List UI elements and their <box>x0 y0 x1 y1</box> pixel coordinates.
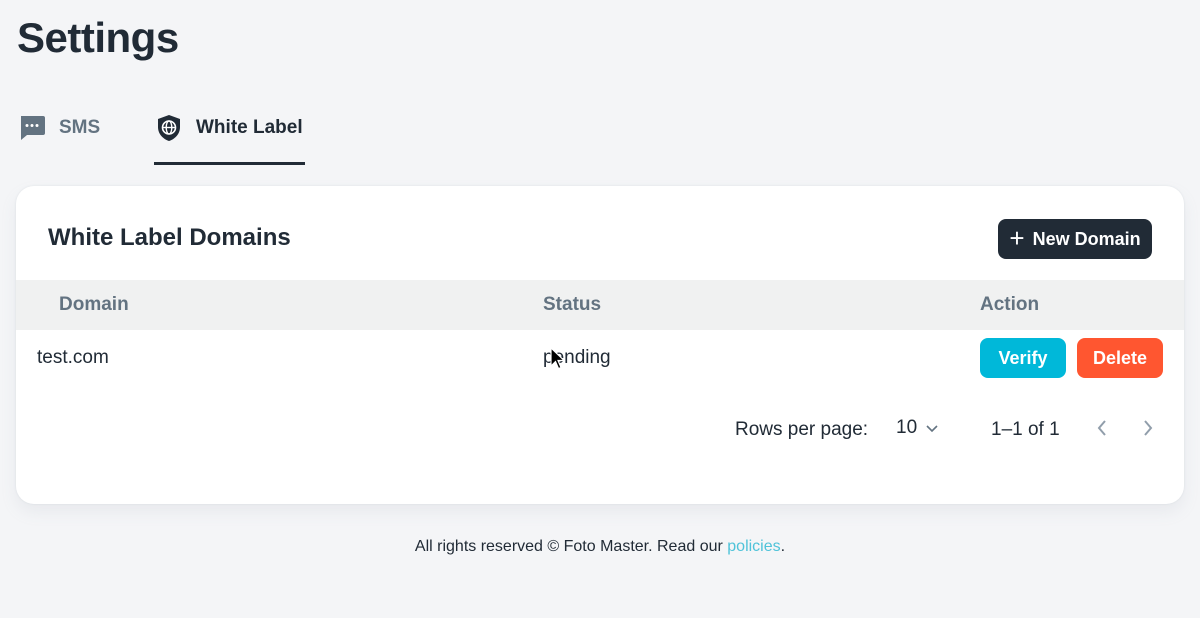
table-pagination: Rows per page: 10 1–1 of 1 <box>16 410 1184 450</box>
settings-page: Settings SMS White Label White Label Dom… <box>0 0 1200 618</box>
column-header-action: Action <box>980 294 1040 315</box>
column-header-domain: Domain <box>59 294 129 315</box>
globe-shield-icon <box>154 113 184 143</box>
chat-dots-icon <box>17 113 47 143</box>
table-header: Domain Status Action <box>16 280 1184 330</box>
verify-button[interactable]: Verify <box>980 338 1066 378</box>
plus-icon: + <box>1009 223 1025 253</box>
footer-text: All rights reserved © Foto Master. Read … <box>414 538 728 555</box>
new-domain-label: New Domain <box>1032 228 1141 249</box>
column-header-status: Status <box>543 294 602 315</box>
tab-white-label[interactable]: White Label <box>154 98 304 158</box>
previous-page-button[interactable] <box>1088 416 1116 444</box>
chevron-right-icon <box>1142 419 1154 442</box>
new-domain-button[interactable]: + New Domain <box>998 219 1152 259</box>
tab-sms-label: SMS <box>59 117 101 138</box>
next-page-button[interactable] <box>1134 416 1162 444</box>
delete-button[interactable]: Delete <box>1077 338 1163 378</box>
tab-sms[interactable]: SMS <box>17 98 117 158</box>
domain-cell: test.com <box>37 347 109 368</box>
page-footer: All rights reserved © Foto Master. Read … <box>0 538 1200 556</box>
card-title: White Label Domains <box>48 224 291 251</box>
mouse-cursor-icon <box>550 347 566 370</box>
page-range-info: 1–1 of 1 <box>991 419 1060 440</box>
rows-per-page-label: Rows per page: <box>735 419 869 440</box>
white-label-card: White Label Domains + New Domain Domain … <box>16 186 1184 504</box>
rows-per-page-value: 10 <box>896 417 918 438</box>
rows-per-page-select[interactable]: 10 <box>896 417 939 439</box>
policies-link[interactable]: policies <box>727 538 780 555</box>
table-row: test.com pending Verify Delete <box>16 330 1184 386</box>
footer-suffix: . <box>780 538 786 555</box>
chevron-down-icon <box>925 417 939 439</box>
chevron-left-icon <box>1096 419 1108 442</box>
page-title: Settings <box>17 14 179 61</box>
active-tab-indicator <box>154 162 305 165</box>
tab-white-label-label: White Label <box>196 117 303 138</box>
